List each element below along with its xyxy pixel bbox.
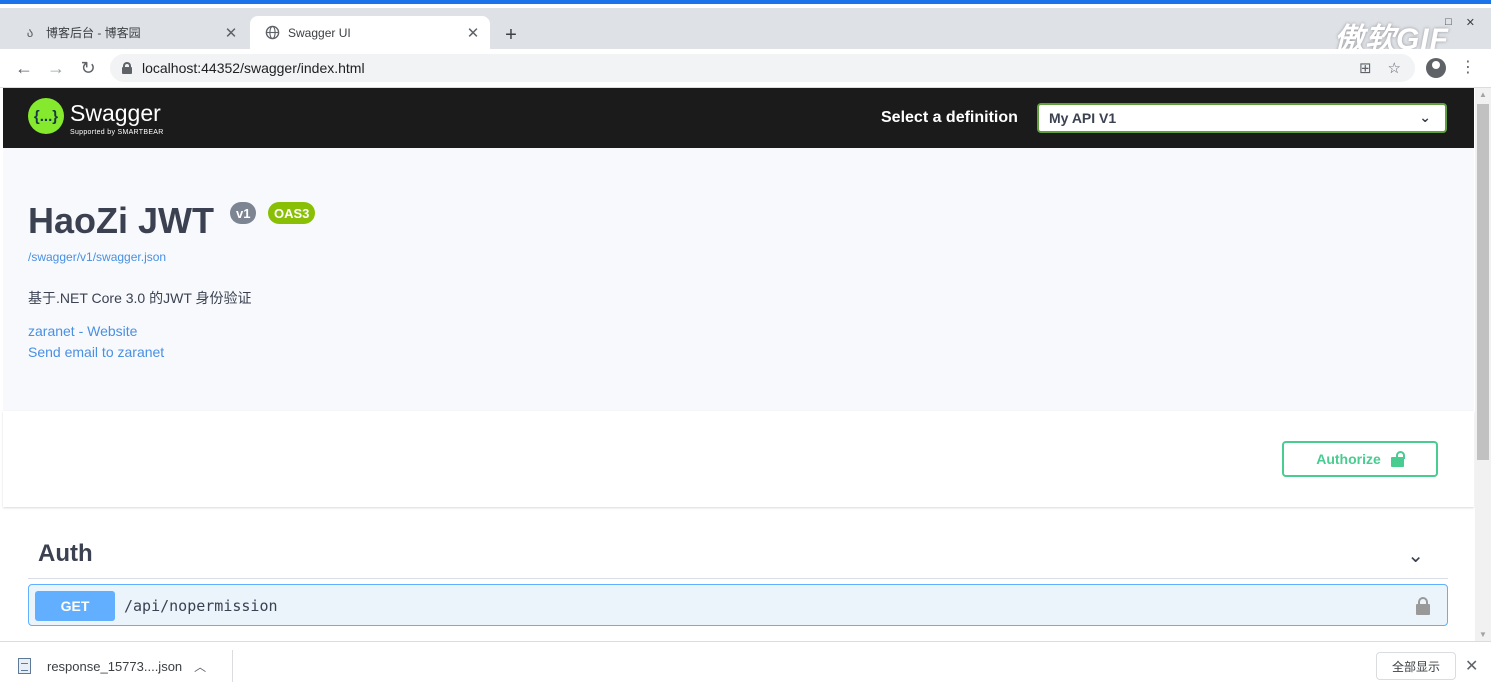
page-scrollbar[interactable]: ▲ ▼ <box>1475 88 1491 641</box>
close-icon[interactable]: ✕ <box>222 24 240 42</box>
contact-website-link[interactable]: zaranet - Website <box>28 323 137 339</box>
chevron-down-icon[interactable]: ⌄ <box>1407 543 1424 568</box>
authorize-label: Authorize <box>1316 451 1381 467</box>
new-tab-button[interactable]: + <box>500 24 522 46</box>
api-description: 基于.NET Core 3.0 的JWT 身份验证 <box>28 290 252 306</box>
swagger-logo-icon[interactable]: {...} <box>28 98 64 134</box>
cnblogs-icon: ა <box>26 24 34 40</box>
api-info: HaoZi JWT v1 OAS3 /swagger/v1/swagger.js… <box>3 148 1474 411</box>
reload-icon[interactable]: ↻ <box>76 56 100 80</box>
tag-name: Auth <box>38 540 93 567</box>
close-icon[interactable]: ✕ <box>464 24 482 42</box>
scroll-down-icon[interactable]: ▼ <box>1479 630 1487 639</box>
menu-dots-icon[interactable]: ⋮ <box>1460 58 1476 78</box>
tab-strip: ა 博客后台 - 博客园 ✕ Swagger UI ✕ + 傲软GIF □ ✕ <box>0 8 1491 56</box>
smartbear-subtitle: Supported by SMARTBEAR <box>70 129 164 136</box>
tab-title: 博客后台 - 博客园 <box>46 26 141 40</box>
lock-icon[interactable] <box>122 62 132 74</box>
close-icon[interactable]: ✕ <box>1465 656 1478 676</box>
file-icon <box>18 658 31 674</box>
spec-url-link[interactable]: /swagger/v1/swagger.json <box>28 250 166 264</box>
globe-icon <box>264 25 280 41</box>
definition-selected-value: My API V1 <box>1049 110 1117 126</box>
browser-window: ა 博客后台 - 博客园 ✕ Swagger UI ✕ + 傲软GIF □ ✕ … <box>0 0 1491 686</box>
authorize-button[interactable]: Authorize <box>1282 441 1438 477</box>
definition-select-label: Select a definition <box>881 109 1018 126</box>
scheme-container: Authorize <box>3 411 1474 507</box>
omnibox-actions: ⊞ ☆ <box>1359 54 1401 82</box>
swagger-brand: Swagger <box>70 100 161 126</box>
translate-icon[interactable]: ⊞ <box>1359 59 1372 77</box>
tab-blog-admin[interactable]: ა 博客后台 - 博客园 ✕ <box>8 16 248 49</box>
scroll-up-icon[interactable]: ▲ <box>1479 90 1487 99</box>
api-title: HaoZi JWT <box>28 200 214 241</box>
address-bar[interactable]: localhost:44352/swagger/index.html ⊞ ☆ <box>110 54 1415 82</box>
divider <box>232 650 233 682</box>
http-method-badge: GET <box>35 591 115 621</box>
swagger-topbar: {...} Swagger Supported by SMARTBEAR Sel… <box>3 88 1474 148</box>
tab-title: Swagger UI <box>288 25 351 40</box>
close-window-icon[interactable]: ✕ <box>1466 16 1475 29</box>
window-controls: □ ✕ <box>1445 16 1475 29</box>
forward-arrow-icon[interactable]: → <box>44 56 68 80</box>
contact-email-link[interactable]: Send email to zaranet <box>28 344 164 360</box>
tab-swagger-ui[interactable]: Swagger UI ✕ <box>250 16 490 49</box>
chevron-down-icon: ⌄ <box>1419 109 1431 125</box>
back-arrow-icon[interactable]: ← <box>12 56 36 80</box>
operation-get-nopermission[interactable]: GET /api/nopermission <box>28 584 1448 626</box>
download-item[interactable]: response_15773....json ︿ <box>18 654 206 678</box>
show-all-button[interactable]: 全部显示 <box>1376 652 1456 680</box>
lock-icon[interactable] <box>1416 597 1430 615</box>
tag-header-auth[interactable]: Auth ⌄ <box>28 531 1448 579</box>
star-icon[interactable]: ☆ <box>1388 59 1401 77</box>
download-shelf: response_15773....json ︿ 全部显示 ✕ <box>0 641 1491 686</box>
scrollbar-thumb[interactable] <box>1477 104 1489 460</box>
unlock-icon <box>1390 451 1404 467</box>
maximize-icon[interactable]: □ <box>1445 16 1452 29</box>
chevron-up-icon[interactable]: ︿ <box>194 658 206 675</box>
definition-select[interactable]: My API V1 ⌄ <box>1037 103 1447 133</box>
url-text[interactable]: localhost:44352/swagger/index.html <box>142 60 365 76</box>
version-badge: v1 <box>230 202 257 224</box>
profile-avatar-icon[interactable] <box>1426 58 1446 78</box>
download-file-name: response_15773....json <box>47 658 183 674</box>
oas-badge: OAS3 <box>268 202 316 224</box>
operation-path: /api/nopermission <box>124 597 278 615</box>
browser-toolbar: ← → ↻ localhost:44352/swagger/index.html… <box>0 49 1491 88</box>
